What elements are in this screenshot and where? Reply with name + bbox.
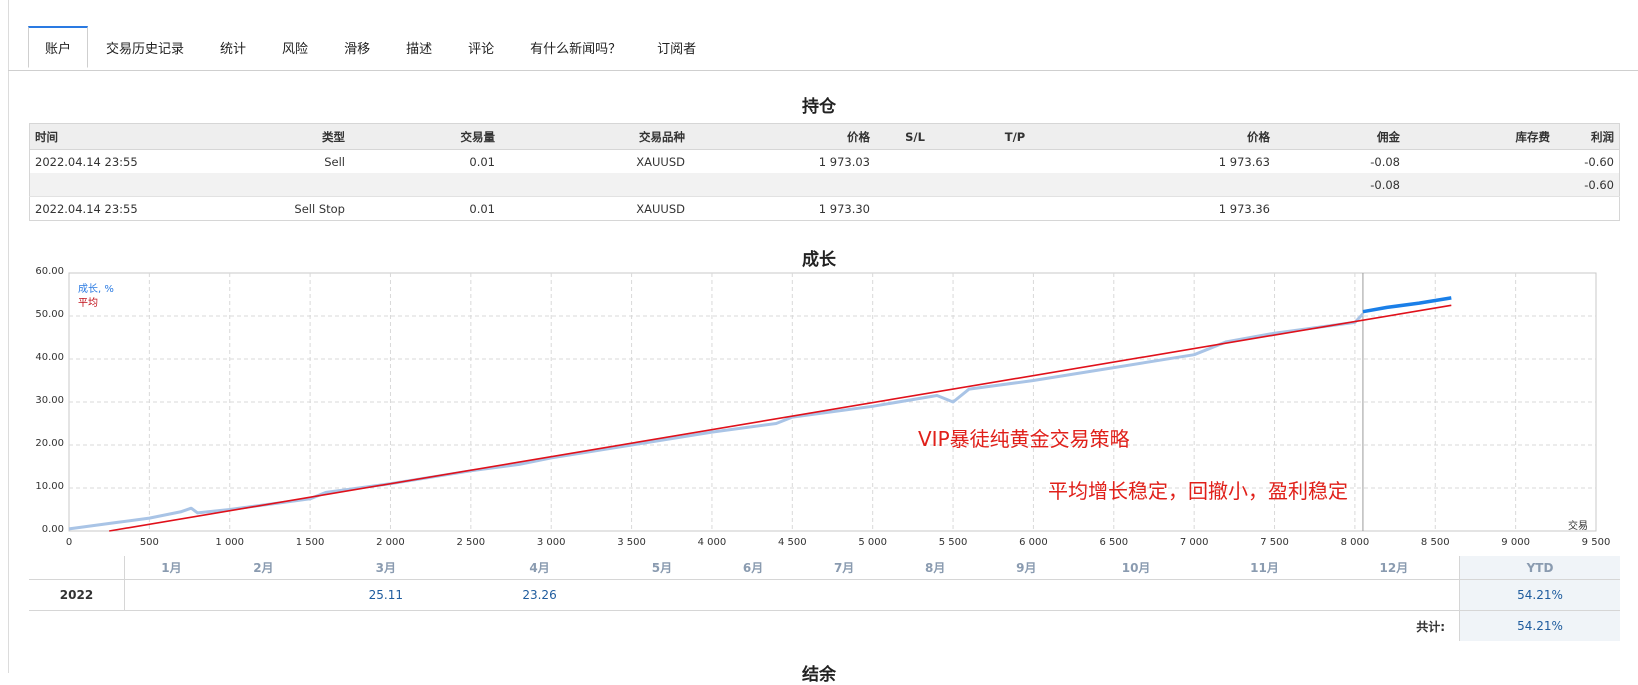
month-value xyxy=(707,579,799,611)
x-axis-label: 交易 xyxy=(1568,521,1588,532)
growth-chart xyxy=(68,272,1597,532)
month-header: 3月 xyxy=(308,556,463,580)
month-value: 25.11 xyxy=(308,579,463,611)
month-value xyxy=(124,579,218,611)
x-tick-label: 0 xyxy=(65,537,73,548)
ytd-header: YTD xyxy=(1459,556,1620,580)
x-tick-label: 5 000 xyxy=(858,537,887,548)
month-header: 5月 xyxy=(616,556,708,580)
x-tick-label: 2 000 xyxy=(376,537,405,548)
month-value xyxy=(798,579,890,611)
x-tick-label: 9 500 xyxy=(1581,537,1611,548)
legend-average: 平均 xyxy=(78,298,98,309)
x-tick-label: 9 000 xyxy=(1501,537,1530,548)
month-header: 11月 xyxy=(1200,556,1329,580)
y-tick-label: 10.00 xyxy=(35,481,64,492)
month-header: 2月 xyxy=(217,556,309,580)
y-tick-label: 50.00 xyxy=(35,309,64,320)
x-tick-label: 1 500 xyxy=(295,537,325,548)
x-tick-label: 4 500 xyxy=(777,537,807,548)
month-value xyxy=(1328,579,1460,611)
tab-account[interactable]: 账户 xyxy=(28,26,89,68)
month-value xyxy=(889,579,981,611)
month-header: 4月 xyxy=(462,556,617,580)
x-tick-label: 3 000 xyxy=(536,537,566,548)
x-tick-label: 4 000 xyxy=(697,537,727,548)
x-tick-label: 5 500 xyxy=(938,537,968,548)
chart-annotation-title: VIP暴徒纯黄金交易策略 xyxy=(918,427,1130,451)
x-tick-label: 8 500 xyxy=(1420,537,1450,548)
total-label: 共计: xyxy=(1416,619,1445,634)
y-tick-label: 0.00 xyxy=(41,524,64,535)
x-tick-label: 8 000 xyxy=(1340,537,1370,548)
x-tick-label: 3 500 xyxy=(617,537,646,548)
y-tick-label: 20.00 xyxy=(35,438,64,449)
month-header: 9月 xyxy=(980,556,1072,580)
x-tick-label: 2 500 xyxy=(456,537,486,548)
month-value xyxy=(616,579,708,611)
month-value xyxy=(1071,579,1201,611)
month-header: 6月 xyxy=(707,556,799,580)
x-tick-label: 7 000 xyxy=(1179,537,1209,548)
x-tick-label: 6 000 xyxy=(1019,537,1048,548)
month-header: 10月 xyxy=(1071,556,1201,580)
table-row: 2022 25.11 23.26 54.21% xyxy=(29,579,1620,611)
month-value: 23.26 xyxy=(462,579,617,611)
chart-annotation-note: 平均增长稳定，回撤小，盈利稳定 xyxy=(1048,479,1348,503)
month-value xyxy=(1200,579,1329,611)
x-tick-label: 500 xyxy=(139,537,159,548)
ytd-value: 54.21% xyxy=(1459,579,1620,611)
x-tick-label: 1 000 xyxy=(215,537,245,548)
y-tick-label: 40.00 xyxy=(35,352,64,363)
year-cell: 2022 xyxy=(29,579,125,611)
legend-growth: 成长, % xyxy=(78,284,114,295)
month-header: 12月 xyxy=(1328,556,1460,580)
month-header: 7月 xyxy=(798,556,890,580)
month-header: 1月 xyxy=(124,556,218,580)
x-tick-label: 6 500 xyxy=(1099,537,1129,548)
month-value xyxy=(980,579,1072,611)
month-value xyxy=(217,579,309,611)
total-value: 54.21% xyxy=(1459,610,1620,641)
x-tick-label: 7 500 xyxy=(1260,537,1289,548)
monthly-header-row: 1月 2月 3月 4月 5月 6月 7月 8月 9月 10月 11月 12月 Y… xyxy=(29,556,1620,580)
y-tick-label: 30.00 xyxy=(35,395,64,406)
month-header: 8月 xyxy=(889,556,981,580)
monthly-returns-table: 1月 2月 3月 4月 5月 6月 7月 8月 9月 10月 11月 12月 Y… xyxy=(29,556,1620,641)
year-header xyxy=(29,556,125,580)
y-tick-label: 60.00 xyxy=(35,266,64,277)
total-row: 共计: 54.21% xyxy=(29,610,1620,641)
